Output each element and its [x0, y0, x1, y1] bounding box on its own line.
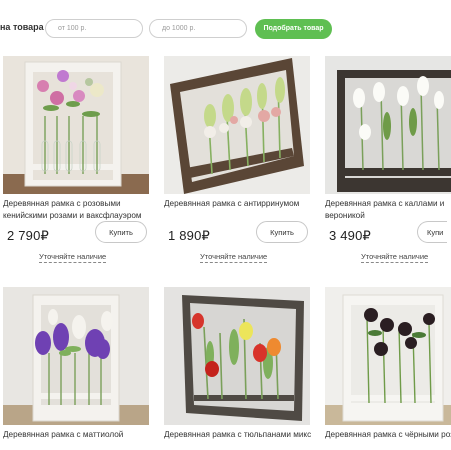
product-photo[interactable] [325, 56, 451, 194]
buy-button[interactable]: Купить [256, 221, 308, 243]
product-photo[interactable] [325, 287, 451, 425]
product-photo[interactable] [3, 287, 149, 425]
product-name[interactable]: Деревянная рамка с розовыми кенийскими р… [3, 198, 153, 222]
check-availability-link[interactable]: Уточняйте наличие [200, 252, 268, 263]
product-photo[interactable] [164, 56, 310, 194]
product-name[interactable]: Деревянная рамка с тюльпанами микс [164, 429, 314, 441]
filter-label: на товара [0, 22, 44, 32]
price-from-input[interactable] [45, 19, 143, 38]
product-photo[interactable] [164, 287, 310, 425]
product-price: 1 890₽ [168, 228, 211, 243]
product-name[interactable]: Деревянная рамка с чёрными розами [325, 429, 451, 441]
buy-button[interactable]: Купи [417, 221, 447, 243]
product-photo[interactable] [3, 56, 149, 194]
product-name[interactable]: Деревянная рамка с антирринумом [164, 198, 314, 210]
check-availability-link[interactable]: Уточняйте наличие [361, 252, 429, 263]
buy-button[interactable]: Купить [95, 221, 147, 243]
check-availability-link[interactable]: Уточняйте наличие [39, 252, 107, 263]
price-filter-bar: на товара Подобрать товар [0, 18, 451, 40]
price-to-input[interactable] [149, 19, 247, 38]
product-name[interactable]: Деревянная рамка с маттиолой [3, 429, 153, 441]
product-price: 3 490₽ [329, 228, 372, 243]
product-name[interactable]: Деревянная рамка с каллами и вероникой [325, 198, 451, 222]
product-price: 2 790₽ [7, 228, 50, 243]
apply-filter-button[interactable]: Подобрать товар [255, 19, 332, 39]
